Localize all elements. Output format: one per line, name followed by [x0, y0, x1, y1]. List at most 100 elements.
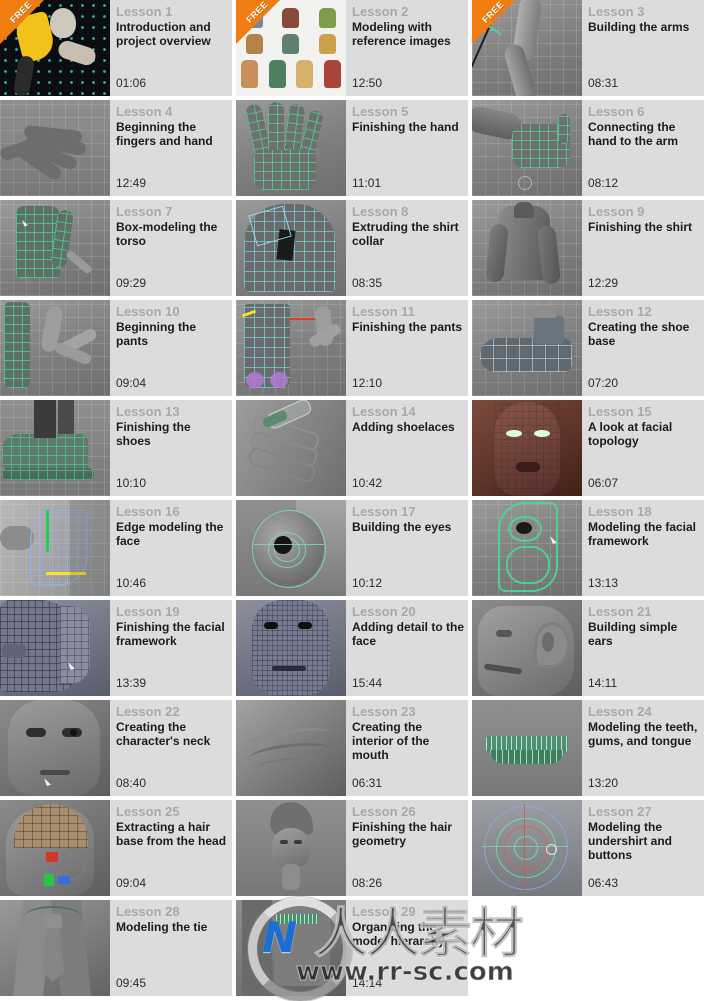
lesson-card[interactable]: Lesson 16 Edge modeling the face 10:46 — [0, 500, 232, 596]
lesson-thumbnail[interactable]: FREE — [472, 0, 582, 96]
lesson-card[interactable]: Lesson 9 Finishing the shirt 12:29 — [472, 200, 704, 296]
lesson-card[interactable]: Lesson 20 Adding detail to the face 15:44 — [236, 600, 468, 696]
lesson-info: Lesson 20 Adding detail to the face 15:44 — [346, 600, 468, 696]
lesson-title[interactable]: Organizing the model hierarchy — [352, 920, 464, 948]
lesson-card[interactable]: Lesson 27 Modeling the undershirt and but… — [472, 800, 704, 896]
lesson-title[interactable]: Beginning the fingers and hand — [116, 120, 228, 148]
lesson-thumbnail[interactable] — [236, 600, 346, 696]
lesson-card[interactable]: Lesson 11 Finishing the pants 12:10 — [236, 300, 468, 396]
lesson-thumbnail[interactable] — [236, 300, 346, 396]
lesson-card[interactable]: Lesson 5 Finishing the hand 11:01 — [236, 100, 468, 196]
lesson-card[interactable]: FREE Lesson 2 Modeling with reference imag… — [236, 0, 468, 96]
lesson-title[interactable]: Finishing the facial framework — [116, 620, 228, 648]
lesson-thumbnail[interactable] — [472, 200, 582, 296]
lesson-title[interactable]: Modeling the undershirt and buttons — [588, 820, 700, 862]
lesson-thumbnail[interactable] — [236, 800, 346, 896]
lesson-thumbnail[interactable] — [236, 400, 346, 496]
lesson-thumbnail[interactable] — [0, 600, 110, 696]
lesson-title[interactable]: Creating the character's neck — [116, 720, 228, 748]
lesson-title[interactable]: Building the arms — [588, 20, 700, 34]
lesson-title[interactable]: Beginning the pants — [116, 320, 228, 348]
lesson-card[interactable]: Lesson 21 Building simple ears 14:11 — [472, 600, 704, 696]
lesson-card[interactable]: Lesson 15 A look at facial topology 06:07 — [472, 400, 704, 496]
lesson-duration: 12:49 — [116, 176, 147, 190]
lesson-card[interactable]: Lesson 19 Finishing the facial framework 1… — [0, 600, 232, 696]
lesson-info: Lesson 6 Connecting the hand to the arm 08… — [582, 100, 704, 196]
lesson-duration: 14:11 — [588, 676, 618, 690]
lesson-thumbnail[interactable] — [472, 500, 582, 596]
lesson-card[interactable]: Lesson 28 Modeling the tie 09:45 — [0, 900, 232, 996]
lesson-title[interactable]: Finishing the hand — [352, 120, 464, 134]
lesson-card[interactable]: Lesson 14 Adding shoelaces 10:42 — [236, 400, 468, 496]
lesson-card[interactable]: Lesson 22 Creating the character's neck 08… — [0, 700, 232, 796]
lesson-thumbnail[interactable] — [472, 800, 582, 896]
lesson-title[interactable]: Extracting a hair base from the head — [116, 820, 228, 848]
lesson-thumbnail[interactable] — [472, 600, 582, 696]
lesson-title[interactable]: Box-modeling the torso — [116, 220, 228, 248]
lesson-title[interactable]: Creating the shoe base — [588, 320, 700, 348]
lesson-thumbnail[interactable] — [0, 400, 110, 496]
lesson-card[interactable]: Lesson 17 Building the eyes 10:12 — [236, 500, 468, 596]
lesson-card[interactable]: FREE Lesson 1 Introduction and project ove… — [0, 0, 232, 96]
lesson-thumbnail[interactable] — [0, 700, 110, 796]
lesson-thumbnail[interactable] — [236, 100, 346, 196]
lesson-card[interactable]: Lesson 6 Connecting the hand to the arm 08… — [472, 100, 704, 196]
lesson-number: Lesson 10 — [116, 304, 180, 319]
lesson-card[interactable]: Lesson 12 Creating the shoe base 07:20 — [472, 300, 704, 396]
lesson-card[interactable]: Lesson 24 Modeling the teeth, gums, and t… — [472, 700, 704, 796]
lesson-title[interactable]: Introduction and project overview — [116, 20, 228, 48]
lesson-thumbnail[interactable] — [472, 400, 582, 496]
lesson-card[interactable]: Lesson 7 Box-modeling the torso 09:29 — [0, 200, 232, 296]
lesson-card[interactable]: FREE Lesson 3 Building the arms 08:31 — [472, 0, 704, 96]
lesson-title[interactable]: Creating the interior of the mouth — [352, 720, 464, 762]
lesson-thumbnail[interactable]: FREE — [0, 0, 110, 96]
lesson-thumbnail[interactable]: FREE — [236, 0, 346, 96]
lesson-thumbnail[interactable] — [472, 700, 582, 796]
lesson-thumbnail[interactable] — [0, 100, 110, 196]
lesson-number: Lesson 8 — [352, 204, 409, 219]
thumbnail-art-shirt — [472, 200, 582, 296]
lesson-title[interactable]: Finishing the pants — [352, 320, 464, 334]
lesson-thumbnail[interactable] — [472, 300, 582, 396]
lesson-card[interactable]: Lesson 26 Finishing the hair geometry 08:2… — [236, 800, 468, 896]
lesson-title[interactable]: Connecting the hand to the arm — [588, 120, 700, 148]
lesson-number: Lesson 21 — [588, 604, 652, 619]
lesson-title[interactable]: Finishing the shirt — [588, 220, 700, 234]
lesson-title[interactable]: Modeling the tie — [116, 920, 228, 934]
lesson-title[interactable]: Adding detail to the face — [352, 620, 464, 648]
thumbnail-art-face-topology — [472, 400, 582, 496]
lesson-card[interactable]: Lesson 25 Extracting a hair base from the… — [0, 800, 232, 896]
lesson-duration: 07:20 — [588, 376, 619, 390]
lesson-thumbnail[interactable] — [0, 900, 110, 996]
lesson-title[interactable]: Modeling the facial framework — [588, 520, 700, 548]
lesson-card[interactable]: Lesson 4 Beginning the fingers and hand 12… — [0, 100, 232, 196]
lesson-title[interactable]: Extruding the shirt collar — [352, 220, 464, 248]
lesson-thumbnail[interactable] — [0, 500, 110, 596]
lesson-card[interactable]: Lesson 13 Finishing the shoes 10:10 — [0, 400, 232, 496]
lesson-thumbnail[interactable] — [0, 300, 110, 396]
lesson-duration: 06:31 — [352, 776, 383, 790]
lesson-thumbnail[interactable] — [0, 200, 110, 296]
lesson-thumbnail[interactable] — [236, 500, 346, 596]
lesson-title[interactable]: A look at facial topology — [588, 420, 700, 448]
lesson-card[interactable]: Lesson 23 Creating the interior of the mo… — [236, 700, 468, 796]
lesson-title[interactable]: Edge modeling the face — [116, 520, 228, 548]
lesson-thumbnail[interactable] — [472, 100, 582, 196]
lesson-title[interactable]: Finishing the hair geometry — [352, 820, 464, 848]
lesson-title[interactable]: Building simple ears — [588, 620, 700, 648]
lesson-thumbnail[interactable] — [236, 700, 346, 796]
lesson-thumbnail[interactable] — [236, 900, 346, 996]
lesson-title[interactable]: Modeling with reference images — [352, 20, 464, 48]
lesson-thumbnail[interactable] — [236, 200, 346, 296]
lesson-title[interactable]: Building the eyes — [352, 520, 464, 534]
lesson-title[interactable]: Modeling the teeth, gums, and tongue — [588, 720, 700, 748]
lesson-card[interactable]: Lesson 18 Modeling the facial framework 13… — [472, 500, 704, 596]
lesson-card[interactable]: Lesson 10 Beginning the pants 09:04 — [0, 300, 232, 396]
lesson-card[interactable]: Lesson 8 Extruding the shirt collar 08:35 — [236, 200, 468, 296]
lesson-card[interactable]: Lesson 29 Organizing the model hierarchy 1… — [236, 900, 468, 996]
thumbnail-art-hand-arm — [472, 100, 582, 196]
lesson-title[interactable]: Adding shoelaces — [352, 420, 464, 434]
lesson-number: Lesson 7 — [116, 204, 173, 219]
lesson-thumbnail[interactable] — [0, 800, 110, 896]
lesson-title[interactable]: Finishing the shoes — [116, 420, 228, 448]
